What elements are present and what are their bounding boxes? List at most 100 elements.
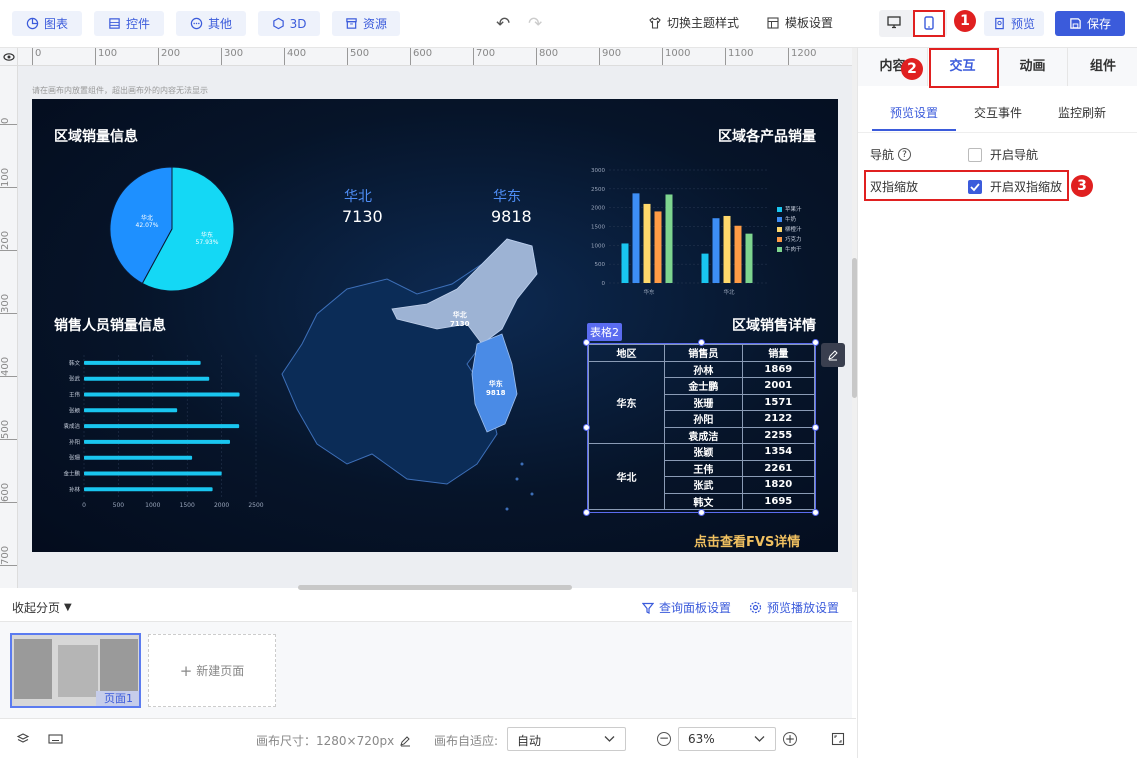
selection-handle[interactable]	[583, 339, 590, 346]
bar	[84, 408, 178, 413]
layers-icon[interactable]	[16, 732, 30, 749]
preview-play-settings-button[interactable]: 预览播放设置	[749, 599, 839, 616]
ruler-tick: 200	[0, 211, 17, 251]
y-tick-label: 1000	[591, 243, 605, 249]
undo-icon[interactable]: ↶	[496, 14, 510, 34]
chart-menu-button[interactable]: 图表	[12, 11, 82, 36]
ruler-tick: 100	[95, 48, 117, 65]
ruler-tick: 1000	[662, 48, 690, 65]
region-pie-chart[interactable]	[107, 164, 237, 294]
ruler-tick: 600	[0, 463, 17, 503]
pinch-checkbox[interactable]	[968, 179, 982, 194]
kpi-north-label: 华北	[344, 189, 372, 205]
detail-table-selection[interactable]: 地区 销售员 销量 华东 孙林 1869 金士鹏 2001 张珊 1571 孙阳 212…	[587, 343, 816, 513]
help-icon[interactable]: ?	[898, 148, 912, 161]
selection-handle[interactable]	[698, 509, 705, 516]
product-bar-chart[interactable]: 0 500 1000 1500 2000 2500 3000 华东 华北 苹果汁牛奶柳橙汁巧克力牛…	[577, 159, 827, 304]
status-bar: 画布尺寸：1280×720px 画布自适应: 自动 − 63% +	[0, 718, 856, 758]
y-tick-label: 张珊	[69, 454, 81, 462]
table-header: 地区	[588, 344, 665, 362]
ruler-tick: 700	[0, 526, 17, 566]
bar	[84, 439, 230, 444]
query-panel-settings-button[interactable]: 查询面板设置	[642, 599, 731, 616]
new-page-button[interactable]: + 新建页面	[148, 634, 276, 707]
x-tick-label: 1500	[180, 502, 195, 509]
fullscreen-icon[interactable]	[831, 732, 845, 749]
subtab-monitor-refresh[interactable]: 监控刷新	[1058, 104, 1106, 121]
zoom-select[interactable]: 63%	[678, 727, 776, 751]
step-badge-3: 3	[1071, 175, 1093, 197]
y-tick-label: 0	[602, 281, 606, 287]
table-cell: 袁成洁	[664, 426, 743, 444]
legend-label: 苹果汁	[785, 205, 802, 213]
selection-handle[interactable]	[812, 339, 819, 346]
subtab-interaction-events[interactable]: 交互事件	[974, 104, 1022, 121]
map-label-east: 华东 9818	[486, 380, 505, 398]
save-icon	[1070, 18, 1081, 29]
edit-component-button[interactable]	[821, 343, 845, 367]
subtab-preview-settings[interactable]: 预览设置	[890, 104, 938, 121]
page-thumbnail-1[interactable]: 页面1	[10, 633, 141, 708]
kpi-north-value: 7130	[342, 207, 383, 226]
legend-label: 巧克力	[785, 235, 802, 243]
nav-option-label: 开启导航	[990, 148, 1039, 162]
region-detail-title: 区域销售详情	[732, 318, 816, 334]
adapt-select[interactable]: 自动	[507, 727, 626, 751]
bar	[723, 215, 731, 283]
detail-table[interactable]: 地区 销售员 销量 华东 孙林 1869 金士鹏 2001 张珊 1571 孙阳 212…	[588, 344, 816, 510]
table-cell: 2255	[741, 426, 816, 444]
mobile-device-button[interactable]	[913, 10, 945, 37]
save-button[interactable]: 保存	[1055, 11, 1125, 36]
nav-checkbox[interactable]	[968, 147, 982, 162]
pinch-option-label: 开启双指缩放	[990, 180, 1063, 194]
horizontal-scrollbar[interactable]	[298, 585, 572, 590]
table-header: 销量	[741, 344, 816, 362]
redo-icon[interactable]: ↷	[528, 14, 542, 34]
gear-icon	[749, 601, 762, 614]
china-map[interactable]	[277, 234, 597, 534]
zoom-out-icon[interactable]: −	[657, 732, 671, 746]
dashboard-canvas[interactable]: 区域销量信息 区域各产品销量 销售人员销量信息 区域销售详情 华北 42.07%…	[32, 99, 838, 552]
ruler-tick: 600	[410, 48, 432, 65]
pencil-icon[interactable]	[399, 735, 411, 747]
keyboard-icon[interactable]	[48, 733, 63, 748]
selection-handle[interactable]	[583, 424, 590, 431]
step-badge-1: 1	[954, 10, 976, 32]
3d-menu-button[interactable]: 3D	[258, 11, 320, 36]
table-cell: 张武	[664, 476, 743, 494]
desktop-icon[interactable]	[886, 14, 902, 33]
bar	[84, 487, 213, 492]
table-region-cell: 华北	[588, 443, 665, 510]
selection-handle[interactable]	[812, 424, 819, 431]
pie-slice-name: 华东	[200, 232, 213, 239]
pie-slice-percent: 57.93%	[195, 239, 219, 246]
resource-menu-button[interactable]: 资源	[332, 11, 400, 36]
zoom-in-icon[interactable]: +	[783, 732, 797, 746]
other-menu-button[interactable]: 其他	[176, 11, 246, 36]
fvs-detail-link[interactable]: 点击查看FVS详情	[694, 531, 800, 550]
template-settings-button[interactable]: 模板设置	[766, 14, 833, 31]
product-sales-title: 区域各产品销量	[718, 129, 816, 145]
selection-handle[interactable]	[812, 509, 819, 516]
switch-theme-label: 切换主题样式	[667, 16, 740, 30]
preview-button[interactable]: 预览	[984, 11, 1044, 36]
selection-handle[interactable]	[583, 509, 590, 516]
horizontal-ruler: 0 100 200 300 400 500 600 700 800 900 10…	[18, 48, 852, 66]
tab-animation[interactable]: 动画	[998, 48, 1068, 86]
bar	[701, 253, 709, 283]
selection-handle[interactable]	[698, 339, 705, 346]
bar	[84, 471, 222, 476]
collapse-pages-button[interactable]: 收起分页 ▼	[12, 599, 72, 616]
pinch-checkbox-row[interactable]: 开启双指缩放	[968, 178, 1062, 195]
chart-icon	[26, 17, 39, 30]
tab-component[interactable]: 组件	[1068, 48, 1137, 86]
nav-checkbox-row[interactable]: 开启导航	[968, 146, 1038, 163]
person-bar-chart[interactable]: 0 500 1000 1500 2000 2500 韩文张武王伟张颖袁成洁孙阳张珊金士鹏孙林	[52, 351, 272, 511]
eye-icon[interactable]	[0, 48, 18, 66]
pencil-icon	[828, 350, 838, 361]
table-cell: 张珊	[664, 393, 743, 411]
widget-menu-button[interactable]: 控件	[94, 11, 164, 36]
pie-label-east: 华东 57.93%	[192, 232, 222, 246]
switch-theme-button[interactable]: 切换主题样式	[648, 14, 739, 31]
ruler-tick: 100	[0, 148, 17, 188]
